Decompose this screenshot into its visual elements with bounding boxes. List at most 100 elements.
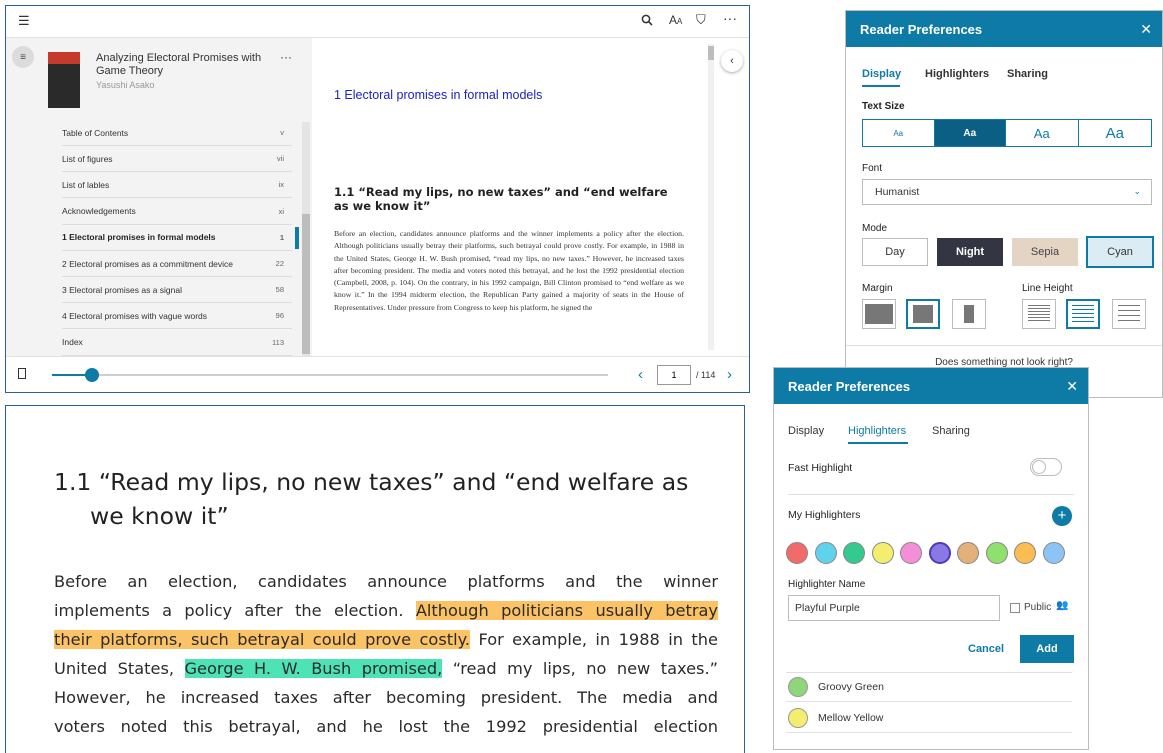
highlight-green[interactable]: George H. W. Bush promised, [184, 659, 443, 678]
toc-item[interactable]: 1 Electoral promises in formal models 1 [62, 225, 299, 251]
tab-sharing[interactable]: Sharing [932, 425, 970, 437]
color-swatch[interactable] [985, 542, 1008, 564]
toc-item-label: List of figures [62, 153, 113, 164]
color-swatch[interactable] [814, 542, 837, 564]
fast-highlight-label: Fast Highlight [788, 462, 853, 474]
book-cover [48, 52, 80, 108]
book-more-icon[interactable]: ··· [280, 50, 292, 64]
toc-item[interactable]: 3 Electoral promises as a signal 58 [62, 277, 292, 304]
highlighter-item[interactable]: Groovy Green [786, 672, 1072, 702]
page-number-input[interactable] [657, 365, 691, 385]
content-scrollbar-track[interactable] [708, 44, 714, 350]
shared-users-icon: 👥 [1056, 600, 1069, 611]
text-size-s[interactable]: Aa [934, 120, 1006, 146]
highlighter-name-label: Highlighter Name [788, 579, 866, 590]
toc-item[interactable]: 4 Electoral promises with vague words 96 [62, 303, 292, 330]
cancel-button[interactable]: Cancel [968, 643, 1004, 655]
color-swatch[interactable] [1042, 542, 1065, 564]
margin-wide-option[interactable] [862, 299, 896, 329]
more-icon[interactable]: ··· [723, 11, 737, 25]
toc-item-page: 22 [275, 259, 284, 268]
bookmark-icon[interactable] [18, 368, 26, 379]
library-icon[interactable]: ☰ [18, 14, 30, 27]
close-icon[interactable]: ✕ [1140, 21, 1152, 38]
line-height-loose-option[interactable] [1112, 299, 1146, 329]
toc-toggle-button[interactable]: ≡ [12, 46, 34, 68]
toc-item-label: Table of Contents [62, 127, 129, 138]
toc-item[interactable]: List of lables ix [62, 172, 292, 199]
highlighter-name-input[interactable] [788, 595, 1000, 621]
toc-item-page: 113 [272, 337, 284, 347]
toc-item-label: 2 Electoral promises as a commitment dev… [62, 258, 234, 269]
zoomed-text-view: 1.1 “Read my lips, no new taxes” and “en… [5, 405, 745, 753]
divider [788, 494, 1074, 495]
next-page-button[interactable]: › [727, 366, 732, 383]
table-of-contents: Table of Contents v List of figures vii List… [6, 118, 312, 356]
collapse-sidebar-button[interactable]: ‹ [721, 50, 743, 72]
add-button[interactable]: Add [1020, 635, 1074, 663]
toc-item[interactable]: List of figures vii [62, 146, 292, 173]
prev-page-button[interactable]: ‹ [638, 366, 643, 383]
line-height-normal-option[interactable] [1066, 299, 1100, 329]
progress-slider-handle[interactable] [85, 368, 99, 382]
add-highlighter-button[interactable]: + [1052, 506, 1072, 526]
line-height-compact-option[interactable] [1022, 299, 1056, 329]
text-size-icon[interactable]: AA [669, 14, 682, 26]
book-title: Analyzing Electoral Promises with Game T… [96, 52, 262, 77]
bookmark-star-icon[interactable]: ⛉ [696, 13, 706, 26]
chapter-title: 1 Electoral promises in formal models [334, 88, 543, 102]
content-scrollbar-thumb[interactable] [708, 46, 714, 60]
color-swatch[interactable] [900, 542, 922, 564]
close-icon[interactable]: ✕ [1066, 378, 1078, 395]
margin-label: Margin [862, 283, 893, 294]
color-swatch[interactable] [843, 542, 865, 564]
color-swatch[interactable] [786, 542, 808, 564]
highlight-orange-1[interactable]: Although politicians usually betray [415, 601, 718, 620]
toc-item[interactable]: Index 113 [62, 330, 292, 356]
line-height-label: Line Height [1022, 283, 1073, 294]
font-select[interactable]: Humanist ⌄ [862, 179, 1152, 205]
reader-preferences-display-panel: Reader Preferences ✕ Display Highlighter… [845, 10, 1163, 398]
color-swatch[interactable] [1014, 542, 1036, 564]
highlighter-item[interactable]: Mellow Yellow [786, 703, 1072, 733]
tab-sharing[interactable]: Sharing [1007, 68, 1048, 80]
mode-sepia-button[interactable]: Sepia [1012, 238, 1078, 266]
tab-highlighters[interactable]: Highlighters [925, 68, 989, 80]
body-text: Before an election, candidates announce … [334, 229, 684, 312]
tab-display[interactable]: Display [788, 425, 824, 437]
text-size-xs[interactable]: Aa [863, 120, 935, 146]
color-swatch[interactable] [871, 542, 894, 564]
text-size-selector: Aa Aa Aa Aa [862, 119, 1152, 147]
toc-item-label: Index [62, 337, 83, 348]
toc-item-page: xi [278, 206, 284, 216]
text-size-m[interactable]: Aa [1006, 120, 1079, 146]
toc-item[interactable]: Acknowledgements xi [62, 199, 292, 225]
progress-slider-track[interactable] [52, 374, 608, 376]
toc-item[interactable]: Table of Contents v [62, 120, 292, 146]
text-size-l[interactable]: Aa [1079, 120, 1151, 146]
toc-scrollbar-thumb[interactable] [302, 214, 310, 354]
panel-header: Reader Preferences ✕ [774, 368, 1088, 404]
search-icon[interactable] [641, 14, 653, 28]
toc-item-page: ix [278, 180, 284, 190]
color-swatch[interactable] [928, 542, 951, 564]
color-swatch[interactable] [957, 542, 979, 564]
tab-highlighters-underline [848, 442, 908, 444]
fast-highlight-toggle[interactable] [1030, 458, 1062, 476]
highlight-orange-2[interactable]: their platforms, such betrayal could pro… [54, 630, 471, 649]
mode-day-button[interactable]: Day [862, 238, 928, 266]
public-checkbox[interactable] [1010, 603, 1020, 613]
margin-narrow-option[interactable] [952, 299, 986, 329]
margin-medium-option[interactable] [906, 299, 940, 329]
zoom-line-4: United States, George H. W. Bush promise… [54, 659, 718, 678]
toc-item-label: List of lables [62, 179, 110, 190]
tab-display[interactable]: Display [862, 68, 901, 80]
mode-night-button[interactable]: Night [937, 238, 1003, 266]
zoom-heading-line-1: 1.1 “Read my lips, no new taxes” and “en… [54, 468, 689, 496]
tab-highlighters[interactable]: Highlighters [848, 425, 906, 437]
toc-item[interactable]: 2 Electoral promises as a commitment dev… [62, 251, 292, 277]
book-sidebar: ≡ Analyzing Electoral Promises with Game… [6, 38, 312, 356]
font-label: Font [862, 163, 883, 174]
toc-item-label: 4 Electoral promises with vague words [62, 310, 208, 321]
mode-cyan-button[interactable]: Cyan [1086, 236, 1154, 268]
